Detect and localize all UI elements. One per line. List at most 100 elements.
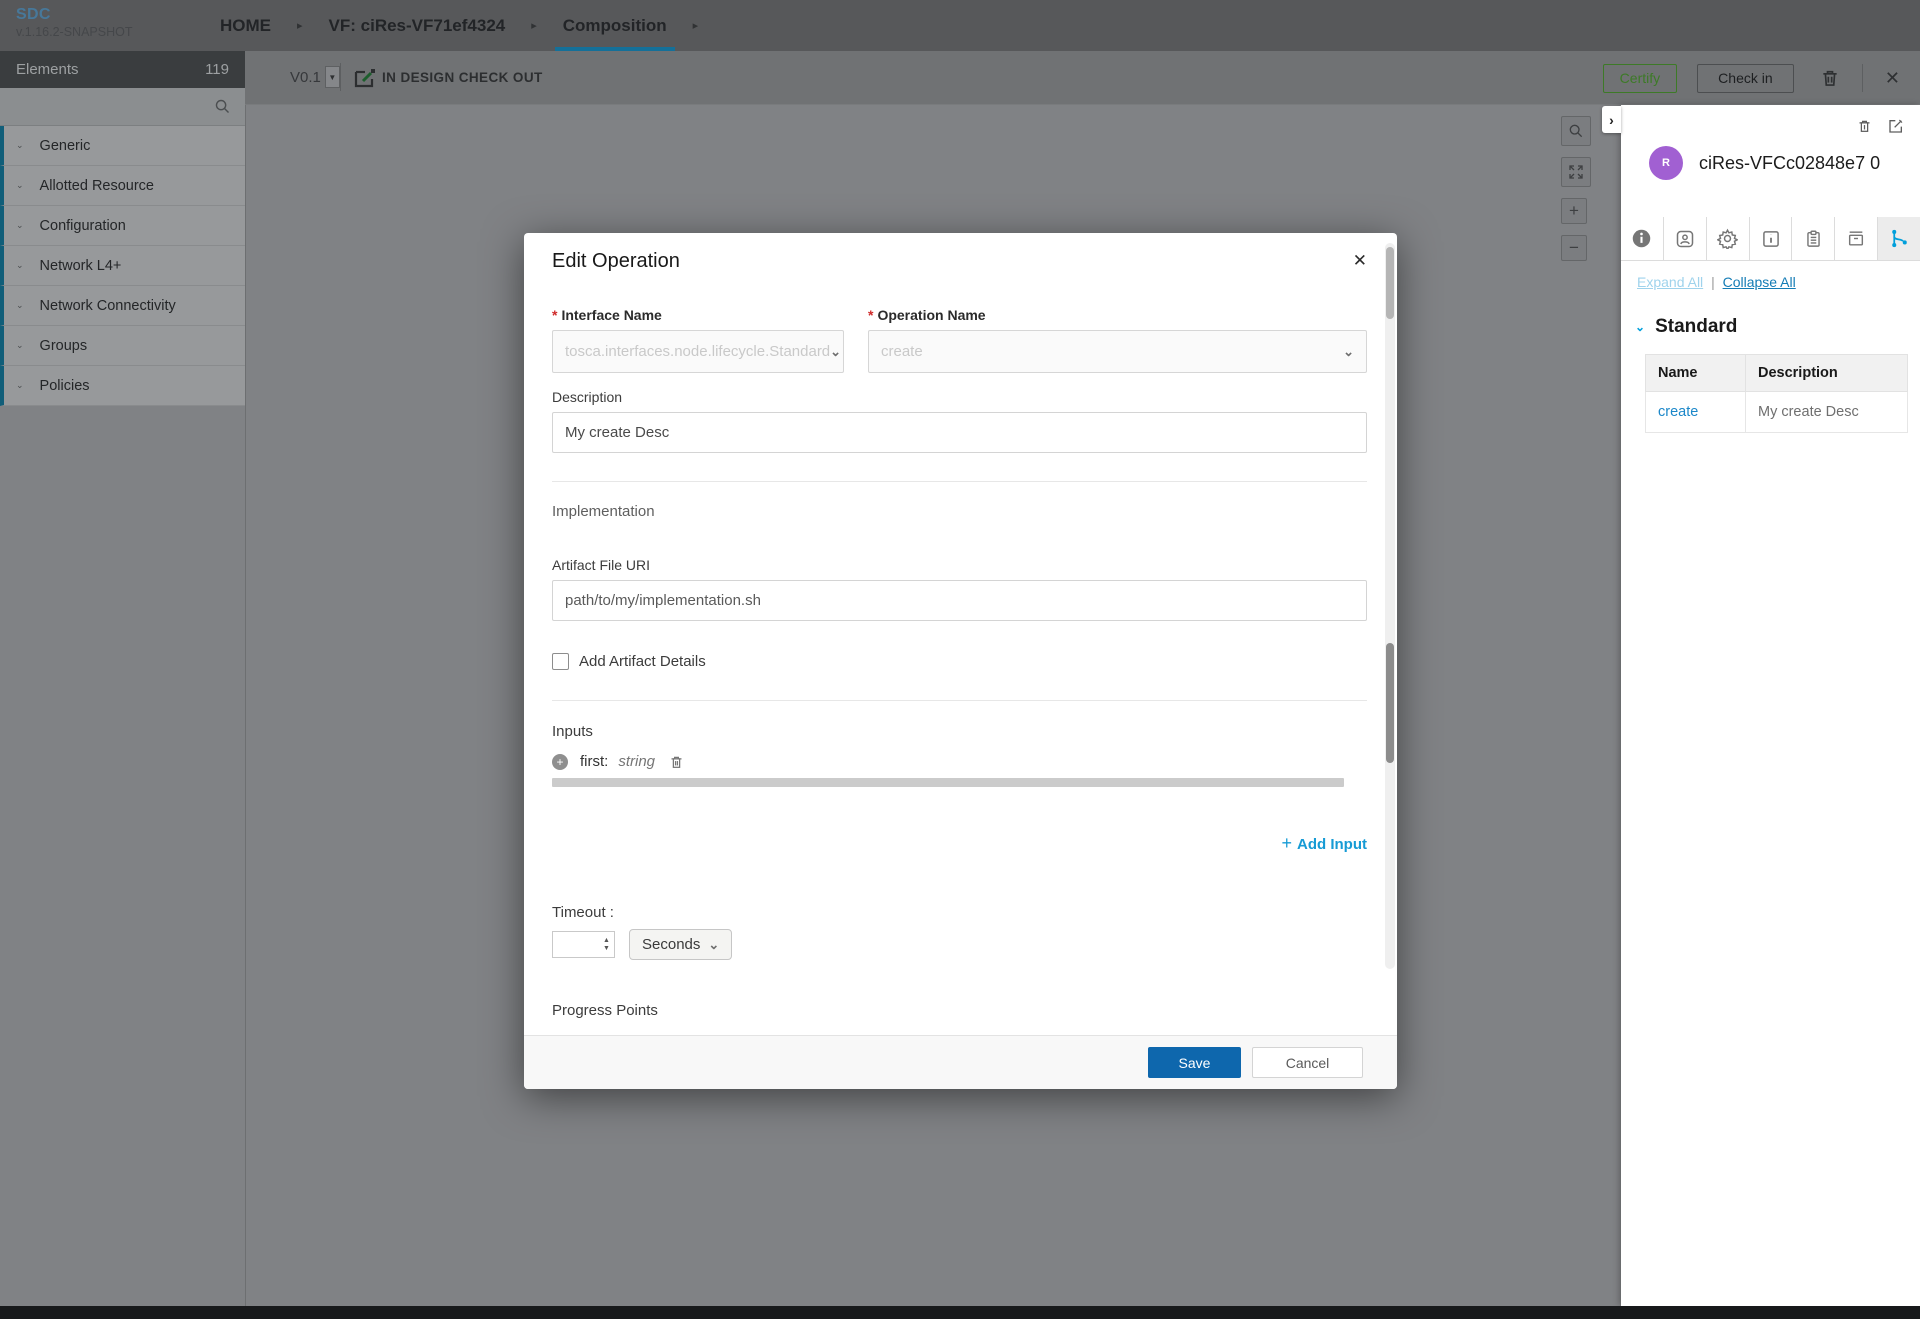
inputs-title: Inputs bbox=[552, 723, 1367, 740]
bottom-status-bar bbox=[0, 1306, 1920, 1319]
modal-body: *Interface Name tosca.interfaces.node.li… bbox=[524, 289, 1397, 1035]
edit-operation-modal: Edit Operation ✕ *Interface Name tosca.i… bbox=[524, 233, 1397, 1089]
chevron-down-icon: ⌄ bbox=[16, 220, 24, 231]
lifecycle-status: IN DESIGN CHECK OUT bbox=[382, 70, 543, 85]
timeout-label: Timeout : bbox=[552, 904, 1367, 921]
number-spinner-icons[interactable]: ▲▼ bbox=[599, 932, 614, 957]
canvas-left-divider bbox=[245, 105, 246, 1306]
implementation-title: Implementation bbox=[552, 503, 1367, 520]
elements-search-input[interactable] bbox=[0, 88, 245, 126]
version-dropdown-icon[interactable]: ▼ bbox=[325, 66, 340, 88]
operation-description: My create Desc bbox=[1746, 392, 1908, 433]
chevron-down-icon: ⌄ bbox=[16, 300, 24, 311]
timeout-number-input[interactable]: ▲▼ bbox=[552, 931, 615, 958]
collapse-all-link[interactable]: Collapse All bbox=[1723, 274, 1796, 290]
canvas-fullscreen-button[interactable] bbox=[1561, 157, 1591, 187]
chevron-down-icon: ⌄ bbox=[1635, 320, 1645, 334]
table-row: create My create Desc bbox=[1646, 392, 1908, 433]
input-item-row: + first: string bbox=[552, 753, 1367, 770]
operation-create-link[interactable]: create bbox=[1658, 404, 1698, 420]
timeout-unit-select[interactable]: Seconds ⌄ bbox=[629, 929, 732, 960]
checkout-pencil-icon bbox=[352, 65, 378, 91]
description-input[interactable]: My create Desc bbox=[552, 412, 1367, 453]
scrollbar-thumb[interactable] bbox=[1386, 643, 1394, 763]
sidebar-item-policies[interactable]: ⌄ Policies bbox=[0, 366, 245, 406]
zoom-in-button[interactable]: + bbox=[1561, 198, 1587, 224]
breadcrumb-vf[interactable]: VF: ciRes-VF71ef4324 bbox=[321, 0, 514, 51]
app-logo-text: SDC bbox=[16, 6, 132, 24]
edit-component-icon[interactable] bbox=[1888, 118, 1904, 134]
chevron-down-icon: ⌄ bbox=[708, 937, 719, 953]
canvas-search-button[interactable] bbox=[1561, 116, 1591, 146]
interface-group-title: Standard bbox=[1655, 316, 1737, 338]
input-name: first: bbox=[580, 753, 608, 770]
artifact-uri-label: Artifact File URI bbox=[552, 557, 1367, 573]
search-icon bbox=[214, 98, 231, 115]
sidebar-item-network-connectivity[interactable]: ⌄ Network Connectivity bbox=[0, 286, 245, 326]
chevron-down-icon: ⌄ bbox=[16, 340, 24, 351]
sidebar-item-allotted-resource[interactable]: ⌄ Allotted Resource bbox=[0, 166, 245, 206]
fullscreen-icon bbox=[1568, 164, 1584, 180]
component-avatar: R bbox=[1649, 146, 1683, 180]
delete-component-trash-icon[interactable] bbox=[1857, 118, 1872, 134]
tab-operations[interactable] bbox=[1878, 217, 1920, 260]
artifact-uri-input[interactable]: path/to/my/implementation.sh bbox=[552, 580, 1367, 621]
progress-points-title: Progress Points bbox=[552, 1002, 1367, 1019]
chevron-down-icon: ⌄ bbox=[830, 344, 841, 360]
elements-header: Elements 119 bbox=[0, 51, 245, 88]
tab-general-info[interactable] bbox=[1621, 217, 1664, 260]
modal-vertical-scrollbar[interactable] bbox=[1385, 243, 1395, 969]
cancel-button[interactable]: Cancel bbox=[1252, 1047, 1363, 1078]
sidebar-item-generic[interactable]: ⌄ Generic bbox=[0, 126, 245, 166]
interface-group-standard[interactable]: ⌄ Standard bbox=[1635, 316, 1920, 338]
tab-information-artifacts[interactable] bbox=[1750, 217, 1793, 260]
info-square-icon bbox=[1761, 229, 1781, 249]
save-button[interactable]: Save bbox=[1148, 1047, 1241, 1078]
chevron-down-icon: ⌄ bbox=[16, 140, 24, 151]
version-select[interactable]: V0.1 ▼ bbox=[290, 66, 340, 88]
scrollbar-thumb[interactable] bbox=[1386, 247, 1394, 319]
operation-name-select[interactable]: create ⌄ bbox=[868, 330, 1367, 373]
delete-trash-icon[interactable] bbox=[1820, 68, 1840, 88]
sidebar-item-configuration[interactable]: ⌄ Configuration bbox=[0, 206, 245, 246]
modal-close-icon[interactable]: ✕ bbox=[1353, 251, 1367, 271]
interface-name-label: *Interface Name bbox=[552, 307, 844, 323]
sidebar-item-network-l4[interactable]: ⌄ Network L4+ bbox=[0, 246, 245, 286]
breadcrumb-composition[interactable]: Composition bbox=[555, 0, 675, 51]
app-logo[interactable]: SDC v.1.16.2-SNAPSHOT bbox=[16, 6, 132, 39]
search-icon bbox=[1568, 123, 1584, 139]
certify-button[interactable]: Certify bbox=[1603, 64, 1677, 93]
divider bbox=[552, 481, 1367, 482]
close-workspace-icon[interactable]: ✕ bbox=[1885, 68, 1900, 89]
checkin-button[interactable]: Check in bbox=[1697, 64, 1794, 93]
info-icon bbox=[1631, 228, 1652, 249]
zoom-out-button[interactable]: − bbox=[1561, 235, 1587, 261]
tab-requirements-capabilities[interactable] bbox=[1835, 217, 1878, 260]
chevron-down-icon: ⌄ bbox=[16, 380, 24, 391]
add-artifact-details-checkbox[interactable] bbox=[552, 653, 569, 670]
add-artifact-details-label: Add Artifact Details bbox=[579, 653, 706, 670]
tab-properties[interactable] bbox=[1707, 217, 1750, 260]
gear-icon bbox=[1717, 228, 1738, 249]
elements-sidebar: Elements 119 ⌄ Generic ⌄ Allotted Resour… bbox=[0, 51, 245, 406]
sidebar-item-groups[interactable]: ⌄ Groups bbox=[0, 326, 245, 366]
tab-deployment-artifacts[interactable] bbox=[1792, 217, 1835, 260]
divider bbox=[552, 700, 1367, 701]
panel-expander-button[interactable]: › bbox=[1602, 106, 1621, 133]
expand-input-icon[interactable]: + bbox=[552, 754, 568, 770]
tab-composition[interactable] bbox=[1664, 217, 1707, 260]
input-type: string bbox=[618, 753, 655, 770]
inputs-horizontal-scrollbar[interactable] bbox=[552, 778, 1344, 787]
detail-panel-tabs bbox=[1621, 217, 1920, 261]
modal-title: Edit Operation bbox=[552, 250, 680, 273]
breadcrumb-home[interactable]: HOME bbox=[212, 0, 279, 51]
elements-title: Elements bbox=[16, 61, 79, 78]
delete-input-trash-icon[interactable] bbox=[669, 754, 684, 770]
interface-name-select[interactable]: tosca.interfaces.node.lifecycle.Standard… bbox=[552, 330, 844, 373]
chevron-down-icon: ⌄ bbox=[16, 260, 24, 271]
toolbar-divider bbox=[1862, 64, 1863, 92]
component-detail-panel: R ciRes-VFCc02848e7 0 bbox=[1621, 105, 1920, 1306]
expand-all-link[interactable]: Expand All bbox=[1637, 274, 1703, 290]
add-input-button[interactable]: +Add Input bbox=[1282, 833, 1368, 854]
composition-icon bbox=[1675, 229, 1695, 249]
